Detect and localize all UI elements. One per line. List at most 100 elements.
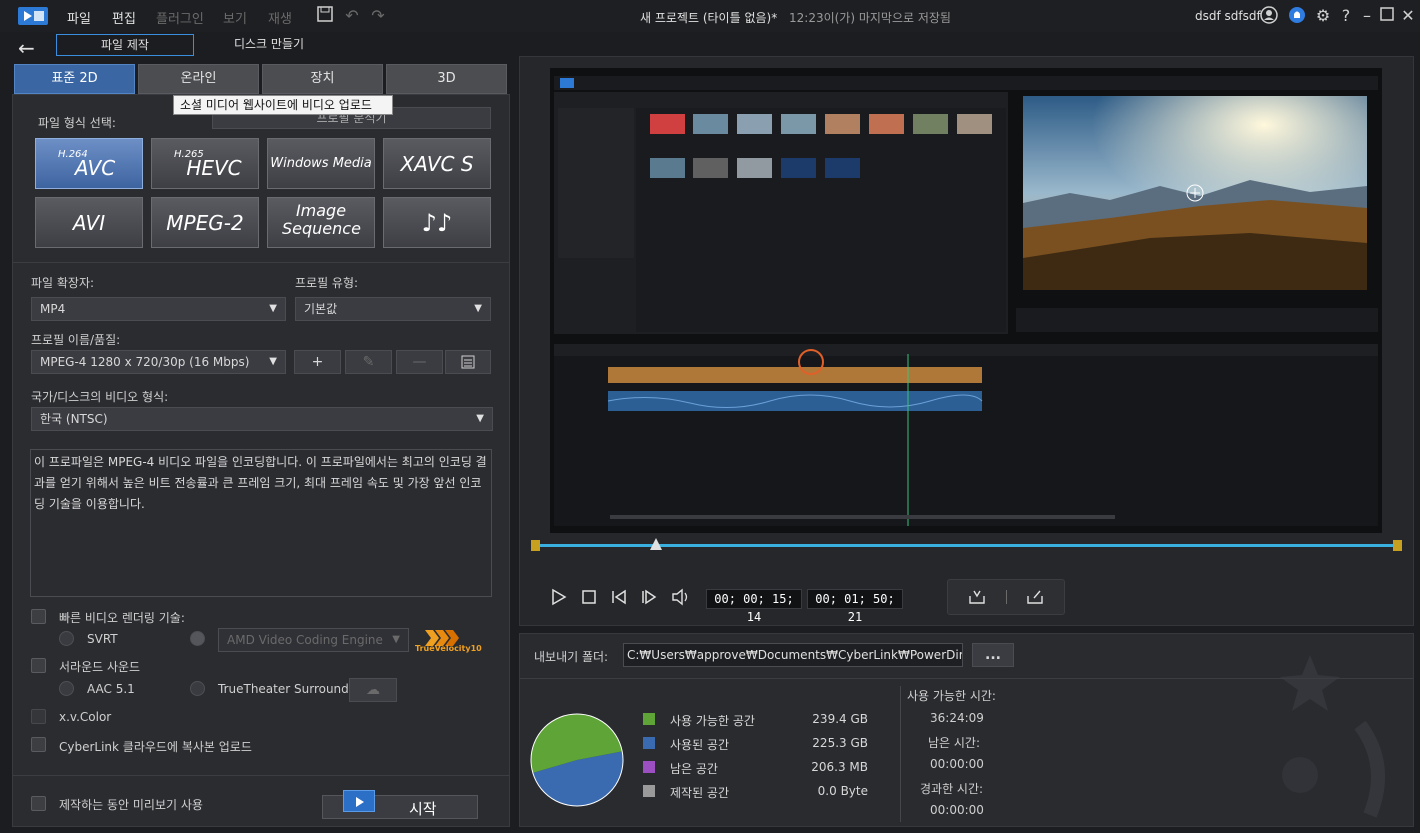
- legend-label-available: 사용 가능한 공간: [670, 714, 755, 728]
- profile-type-label: 프로필 유형:: [295, 276, 359, 290]
- mark-divider: [1006, 590, 1007, 604]
- edit-profile-button[interactable]: ✎: [345, 350, 392, 374]
- country-format-select[interactable]: 한국 (NTSC) ▼: [31, 407, 493, 431]
- project-title: 새 프로젝트 (타이틀 없음)*: [640, 11, 778, 25]
- available-time-label: 사용 가능한 시간:: [907, 689, 996, 703]
- format-mpeg2-label: MPEG-2: [166, 211, 244, 235]
- surround-settings-button[interactable]: ☁: [349, 678, 397, 702]
- chevron-down-icon: ▼: [269, 356, 277, 367]
- chevron-down-icon: ▼: [474, 303, 482, 314]
- chevron-down-icon: ▼: [476, 413, 484, 424]
- disk-usage-pie-chart: [530, 713, 624, 807]
- aac-radio[interactable]: [59, 681, 74, 696]
- minimize-icon[interactable]: –: [1357, 6, 1377, 26]
- menu-playback[interactable]: 재생: [268, 8, 292, 27]
- legend-label-remaining: 남은 공간: [670, 762, 718, 776]
- stop-icon[interactable]: [578, 588, 600, 611]
- preview-during-checkbox[interactable]: [31, 796, 46, 811]
- delete-profile-button[interactable]: —: [396, 350, 443, 374]
- file-extension-select[interactable]: MP4 ▼: [31, 297, 286, 321]
- redo-icon[interactable]: ↷: [368, 6, 388, 26]
- truetheater-radio[interactable]: [190, 681, 205, 696]
- cloud-upload-checkbox[interactable]: [31, 737, 46, 752]
- export-folder-path[interactable]: C:₩Users₩approve₩Documents₩CyberLink₩Pow…: [623, 643, 963, 667]
- time-divider: [900, 686, 901, 822]
- tab-3d[interactable]: 3D: [386, 64, 507, 94]
- maximize-icon[interactable]: [1377, 6, 1397, 26]
- surround-checkbox[interactable]: [31, 658, 46, 673]
- amd-engine-select[interactable]: AMD Video Coding Engine ▼: [218, 628, 409, 652]
- legend-swatch-available: [643, 713, 655, 725]
- user-icon[interactable]: [1259, 6, 1279, 26]
- mark-out-handle[interactable]: [1393, 540, 1402, 551]
- legend-swatch-produced: [643, 785, 655, 797]
- menu-view[interactable]: 보기: [223, 8, 247, 27]
- surround-label: 서라운드 사운드: [59, 660, 141, 674]
- format-xavcs-button[interactable]: XAVC S: [383, 138, 491, 189]
- tab-disc-creation[interactable]: 디스크 만들기: [200, 34, 338, 56]
- legend-value-available: 239.4 GB: [812, 712, 868, 726]
- profile-list-button[interactable]: [445, 350, 491, 374]
- profile-type-select[interactable]: 기본값 ▼: [295, 297, 491, 321]
- playhead-handle[interactable]: [650, 538, 662, 550]
- scrubber-track[interactable]: [535, 544, 1398, 547]
- format-wmv-button[interactable]: Windows Media: [267, 138, 375, 189]
- aac-label: AAC 5.1: [87, 682, 135, 696]
- mark-in-icon[interactable]: [966, 588, 988, 611]
- format-hevc-button[interactable]: H.265 HEVC: [151, 138, 259, 189]
- tab-file-production[interactable]: 파일 제작: [56, 34, 194, 56]
- format-audio-button[interactable]: ♪♪: [383, 197, 491, 248]
- save-icon[interactable]: [315, 6, 335, 26]
- remaining-time-label: 남은 시간:: [928, 736, 981, 750]
- play-icon[interactable]: [548, 588, 570, 611]
- amd-radio[interactable]: [190, 631, 205, 646]
- notification-icon[interactable]: [1287, 6, 1307, 26]
- format-mpeg2-button[interactable]: MPEG-2: [151, 197, 259, 248]
- remaining-time-value: 00:00:00: [930, 757, 984, 771]
- format-avc-button[interactable]: H.264 AVC: [35, 138, 143, 189]
- menu-file[interactable]: 파일: [67, 8, 91, 27]
- tab-device[interactable]: 장치: [262, 64, 383, 94]
- browse-folder-button[interactable]: ...: [972, 643, 1014, 667]
- cloud-upload-label: CyberLink 클라우드에 복사본 업로드: [59, 740, 252, 754]
- back-arrow-icon[interactable]: ←: [18, 36, 35, 60]
- preview-during-label: 제작하는 동안 미리보기 사용: [59, 798, 203, 812]
- next-frame-icon[interactable]: [638, 588, 660, 611]
- truevelocity-text: TrueVelocity10: [415, 644, 482, 653]
- music-notes-icon: ♪♪: [421, 209, 453, 237]
- total-timecode: 00; 01; 50; 21: [807, 589, 903, 624]
- tooltip-text: 소셜 미디어 웹사이트에 비디오 업로드: [180, 98, 372, 112]
- menu-edit[interactable]: 편집: [112, 8, 136, 27]
- volume-icon[interactable]: [670, 588, 692, 611]
- tab-standard-2d[interactable]: 표준 2D: [14, 64, 135, 94]
- saved-time: 12:23이(가) 마지막으로 저장됨: [789, 11, 951, 25]
- add-profile-button[interactable]: +: [294, 350, 341, 374]
- mark-out-icon[interactable]: [1024, 588, 1046, 611]
- user-name: dsdf sdfsdf: [1195, 9, 1261, 23]
- legend-value-produced: 0.0 Byte: [817, 784, 868, 798]
- profile-name-label: 프로필 이름/품질:: [31, 333, 121, 347]
- settings-gear-icon[interactable]: ⚙: [1313, 6, 1333, 26]
- previous-frame-icon[interactable]: [608, 588, 630, 611]
- undo-icon[interactable]: ↶: [342, 6, 362, 26]
- svrt-radio[interactable]: [59, 631, 74, 646]
- mark-in-handle[interactable]: [531, 540, 540, 551]
- truetheater-label: TrueTheater Surround: [218, 682, 349, 696]
- available-time-value: 36:24:09: [930, 711, 984, 725]
- fast-render-checkbox[interactable]: [31, 609, 46, 624]
- legend-swatch-used: [643, 737, 655, 749]
- tab-online[interactable]: 온라인: [138, 64, 259, 94]
- help-icon[interactable]: ?: [1336, 6, 1356, 26]
- start-button[interactable]: 시작: [322, 790, 478, 819]
- format-wmv-label: Windows Media: [270, 156, 372, 171]
- format-image-sequence-button[interactable]: Image Sequence: [267, 197, 375, 248]
- decorative-stars-icon: [1280, 655, 1385, 818]
- app-logo-icon: [18, 7, 48, 25]
- profile-name-select[interactable]: MPEG-4 1280 x 720/30p (16 Mbps) ▼: [31, 350, 286, 374]
- menu-plugins[interactable]: 플러그인: [156, 8, 204, 27]
- country-format-value: 한국 (NTSC): [40, 412, 108, 426]
- xvcolor-checkbox[interactable]: [31, 709, 46, 724]
- format-avi-button[interactable]: AVI: [35, 197, 143, 248]
- close-icon[interactable]: ✕: [1398, 6, 1418, 26]
- current-timecode: 00; 00; 15; 14: [706, 589, 802, 624]
